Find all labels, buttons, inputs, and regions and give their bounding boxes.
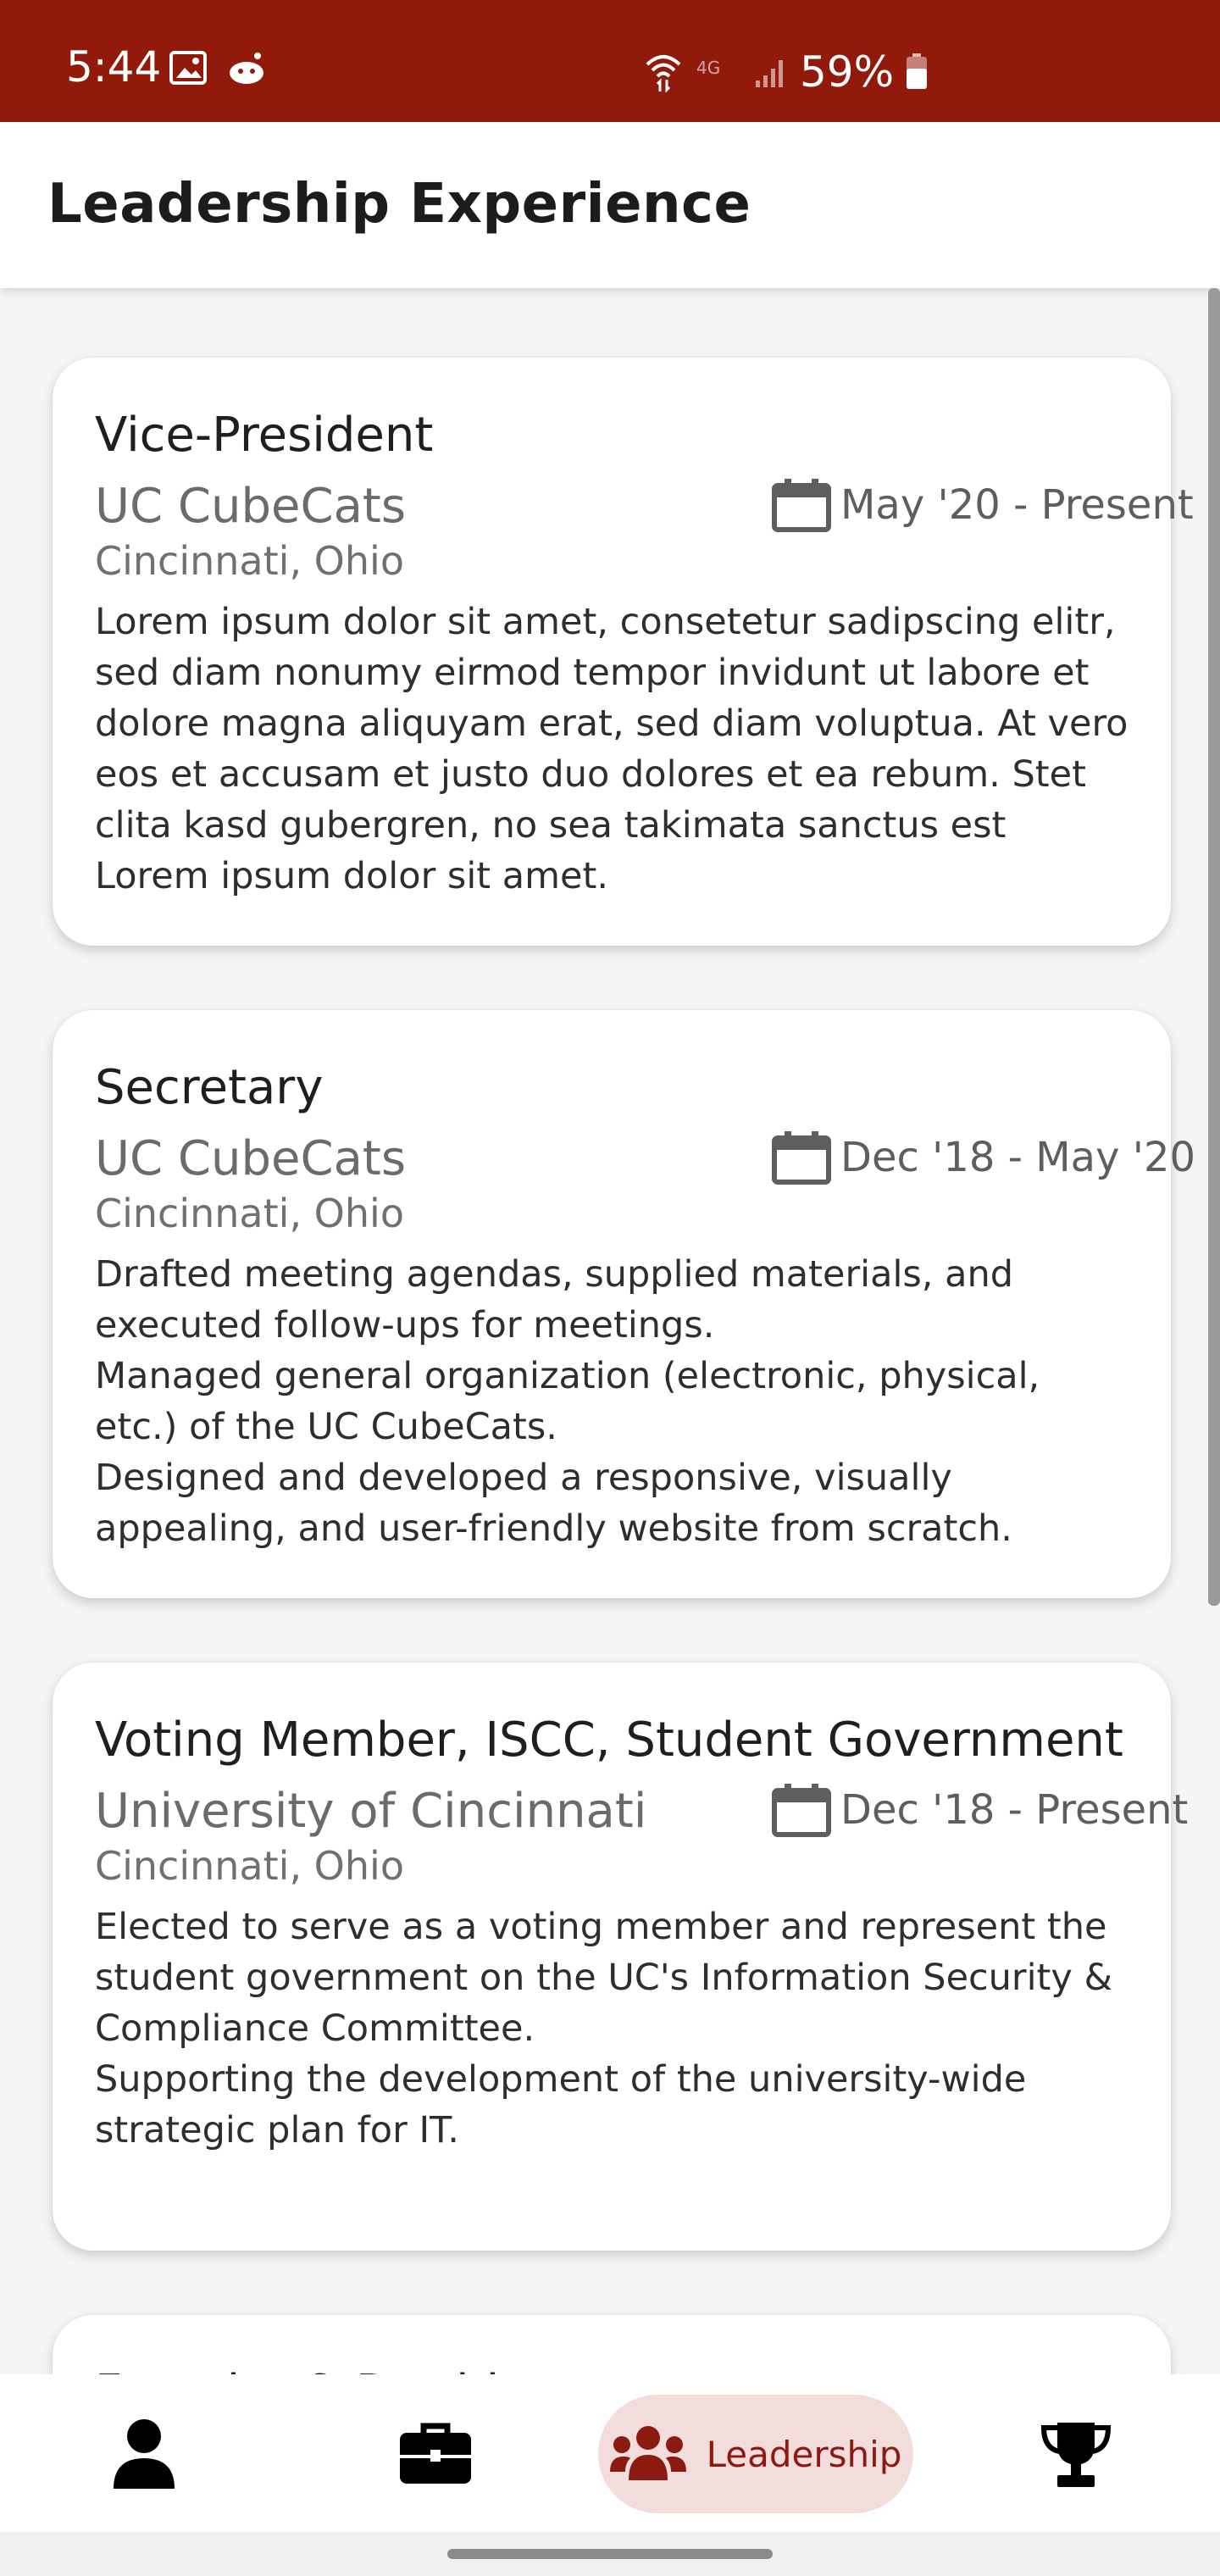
battery-percent: 59% — [800, 47, 895, 97]
leadership-list[interactable]: Vice-President UC CubeCats May '20 - Pre… — [0, 288, 1220, 2374]
page-title: Leadership Experience — [47, 173, 751, 236]
experience-card[interactable]: Secretary UC CubeCats Dec '18 - May '20 … — [53, 1010, 1195, 1598]
wifi-calling-icon — [646, 55, 681, 93]
experience-card[interactable]: Voting Member, ISCC, Student Government … — [53, 1663, 1188, 2251]
position-title: Secretary — [95, 1060, 324, 1115]
network-4g-icon: 4G — [696, 58, 720, 78]
status-system-icons: 4G 59% — [644, 47, 928, 97]
image-icon — [169, 51, 207, 85]
calendar-icon — [772, 1131, 831, 1185]
battery-icon — [907, 53, 928, 89]
nav-experience[interactable] — [376, 2395, 495, 2513]
svg-text:4G: 4G — [696, 58, 720, 78]
nav-awards[interactable] — [1017, 2395, 1135, 2513]
date-text: Dec '18 - May '20 — [840, 1134, 1196, 1182]
location: Cincinnati, Ohio — [95, 1843, 404, 1890]
nav-leadership[interactable]: Leadership — [598, 2395, 913, 2513]
org-row: University of Cincinnati Dec '18 - Prese… — [95, 1784, 1188, 1843]
nav-profile[interactable] — [85, 2395, 203, 2513]
trophy-icon — [1040, 2423, 1112, 2487]
date-text: May '20 - Present — [840, 481, 1194, 530]
experience-card[interactable]: Founder & President — [53, 2315, 1171, 2374]
app-bar: Leadership Experience — [0, 122, 1220, 288]
date-text: Dec '18 - Present — [840, 1786, 1189, 1835]
position-title: Vice-President — [95, 408, 434, 463]
status-bar: 5:44 4G 59% — [0, 0, 1220, 122]
nav-leadership-label: Leadership — [706, 2433, 902, 2475]
gesture-bar — [0, 2532, 1220, 2576]
description: Lorem ipsum dolor sit amet, consetetur s… — [95, 601, 1128, 898]
experience-card[interactable]: Vice-President UC CubeCats May '20 - Pre… — [53, 358, 1194, 946]
status-notification-icons — [169, 51, 266, 85]
home-indicator[interactable] — [447, 2549, 773, 2559]
briefcase-icon — [400, 2423, 471, 2484]
date-range: May '20 - Present — [771, 477, 1194, 533]
signal-icon — [756, 60, 783, 87]
calendar-icon — [772, 1784, 831, 1838]
organization-name: University of Cincinnati — [95, 1784, 647, 1840]
calendar-icon — [772, 479, 831, 533]
date-range: Dec '18 - May '20 — [771, 1130, 1195, 1185]
reddit-icon — [230, 53, 263, 84]
organization-name: UC CubeCats — [95, 1131, 407, 1187]
person-icon — [114, 2419, 175, 2489]
org-row: UC CubeCats May '20 - Present — [95, 479, 1194, 538]
position-title: Founder & President — [95, 2364, 1128, 2374]
location: Cincinnati, Ohio — [95, 1191, 404, 1237]
users-icon — [609, 2426, 686, 2480]
description: Drafted meeting agendas, supplied materi… — [95, 1253, 1040, 1551]
position-title: Voting Member, ISCC, Student Government — [95, 1713, 1123, 1768]
bottom-navigation: Leadership — [0, 2374, 1220, 2532]
location: Cincinnati, Ohio — [95, 538, 404, 585]
status-time: 5:44 — [66, 42, 162, 92]
date-range: Dec '18 - Present — [771, 1782, 1188, 1838]
organization-name: UC CubeCats — [95, 479, 407, 535]
description: Elected to serve as a voting member and … — [95, 1906, 1113, 2152]
scrollbar[interactable] — [1208, 288, 1220, 1606]
org-row: UC CubeCats Dec '18 - May '20 — [95, 1131, 1195, 1191]
